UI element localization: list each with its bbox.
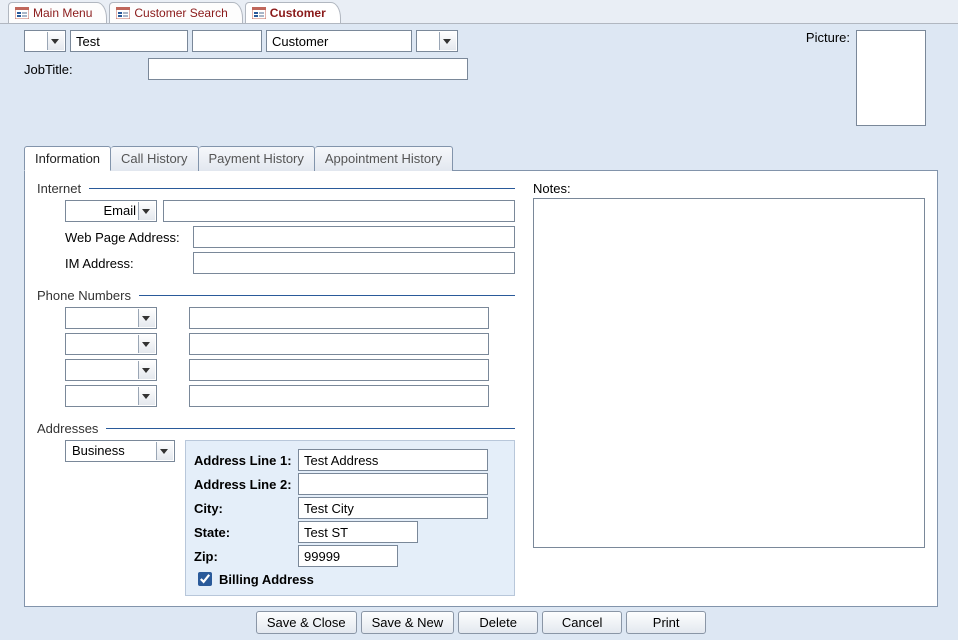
print-button[interactable]: Print [626, 611, 706, 634]
prefix-dropdown[interactable] [24, 30, 66, 52]
form-icon [15, 7, 29, 19]
addr-line1-label: Address Line 1: [194, 453, 294, 468]
suffix-dropdown[interactable] [416, 30, 458, 52]
job-title-field[interactable] [148, 58, 468, 80]
addr-city-field[interactable] [298, 497, 488, 519]
phone-type-dropdown[interactable] [65, 359, 157, 381]
delete-button[interactable]: Delete [458, 611, 538, 634]
save-new-button[interactable]: Save & New [361, 611, 455, 634]
email-type-dropdown[interactable]: Email [65, 200, 157, 222]
email-field[interactable] [163, 200, 515, 222]
billing-address-label: Billing Address [219, 572, 314, 587]
addr-state-field[interactable] [298, 521, 418, 543]
phone-number-field[interactable] [189, 333, 489, 355]
addr-city-label: City: [194, 501, 294, 516]
window-tabs: Main Menu Customer Search Customer [0, 0, 958, 24]
tab-appointment-history[interactable]: Appointment History [315, 146, 453, 171]
tab-customer[interactable]: Customer [245, 2, 341, 23]
addr-state-label: State: [194, 525, 294, 540]
web-field[interactable] [193, 226, 515, 248]
phone-number-field[interactable] [189, 385, 489, 407]
phone-row-3 [65, 359, 515, 381]
middle-name-field[interactable] [192, 30, 262, 52]
phone-number-field[interactable] [189, 359, 489, 381]
tab-label: Customer [270, 6, 326, 20]
internet-legend: Internet [37, 181, 515, 196]
addr-line2-field[interactable] [298, 473, 488, 495]
form-icon [116, 7, 130, 19]
phone-type-dropdown[interactable] [65, 333, 157, 355]
phone-legend: Phone Numbers [37, 288, 515, 303]
phone-row-2 [65, 333, 515, 355]
last-name-field[interactable] [266, 30, 412, 52]
job-title-label: JobTitle: [24, 62, 142, 77]
phone-type-dropdown[interactable] [65, 307, 157, 329]
tab-main-menu[interactable]: Main Menu [8, 2, 107, 23]
picture-box[interactable] [856, 30, 926, 126]
addr-zip-field[interactable] [298, 545, 398, 567]
picture-label: Picture: [806, 30, 850, 45]
tab-call-history[interactable]: Call History [111, 146, 198, 171]
tab-customer-search[interactable]: Customer Search [109, 2, 242, 23]
name-row [24, 30, 468, 52]
save-close-button[interactable]: Save & Close [256, 611, 357, 634]
web-label: Web Page Address: [37, 230, 187, 245]
phone-row-4 [65, 385, 515, 407]
phone-row-1 [65, 307, 515, 329]
form-icon [252, 7, 266, 19]
notes-field[interactable] [533, 198, 925, 548]
im-field[interactable] [193, 252, 515, 274]
addr-line2-label: Address Line 2: [194, 477, 294, 492]
cancel-button[interactable]: Cancel [542, 611, 622, 634]
phone-type-dropdown[interactable] [65, 385, 157, 407]
first-name-field[interactable] [70, 30, 188, 52]
addresses-legend: Addresses [37, 421, 515, 436]
action-buttons: Save & Close Save & New Delete Cancel Pr… [24, 611, 938, 634]
im-label: IM Address: [37, 256, 187, 271]
phone-number-field[interactable] [189, 307, 489, 329]
tab-label: Main Menu [33, 6, 92, 20]
addr-line1-field[interactable] [298, 449, 488, 471]
tab-information[interactable]: Information [24, 146, 111, 171]
billing-address-checkbox[interactable] [198, 572, 212, 586]
notes-label: Notes: [533, 181, 925, 196]
tab-label: Customer Search [134, 6, 227, 20]
detail-tabs: Information Call History Payment History… [24, 146, 938, 171]
tab-payment-history[interactable]: Payment History [199, 146, 315, 171]
addr-zip-label: Zip: [194, 549, 294, 564]
address-type-dropdown[interactable]: Business [65, 440, 175, 462]
